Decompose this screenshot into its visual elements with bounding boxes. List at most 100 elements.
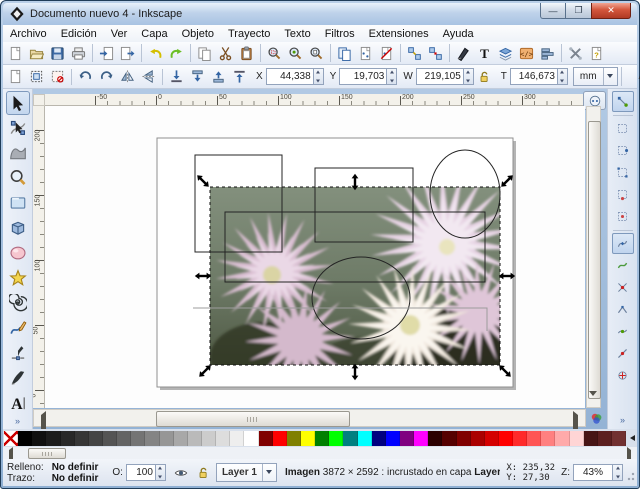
calligraphy-tool[interactable] <box>6 366 30 390</box>
zoom-drawing-button[interactable] <box>285 43 306 63</box>
cut-button[interactable] <box>215 43 236 63</box>
restore-button[interactable]: ❐ <box>566 3 591 19</box>
color-swatch[interactable] <box>102 430 118 446</box>
raise-to-top-button[interactable] <box>229 67 250 87</box>
layers-dialog-button[interactable] <box>495 43 516 63</box>
horizontal-scroll-thumb[interactable] <box>156 411 350 427</box>
color-swatch[interactable] <box>329 430 344 446</box>
snap-path-intersections-button[interactable] <box>612 277 634 298</box>
zoom-page-button[interactable] <box>306 43 327 63</box>
menu-capa[interactable]: Capa <box>134 27 174 41</box>
height-input[interactable]: 146,673 <box>509 68 558 85</box>
color-swatch[interactable] <box>244 430 259 446</box>
y-coordinate-spinner[interactable] <box>387 68 398 85</box>
horizontal-scrollbar[interactable] <box>33 409 586 436</box>
snap-bbox-button[interactable] <box>612 118 634 139</box>
paste-button[interactable] <box>236 43 257 63</box>
toolbox-overflow-chevron[interactable]: » <box>15 416 20 426</box>
text-tool[interactable]: A <box>6 391 30 415</box>
color-swatch[interactable] <box>272 430 287 446</box>
node-editor-tool[interactable] <box>6 116 30 140</box>
color-swatch[interactable] <box>385 430 400 446</box>
new-document-button[interactable] <box>5 43 26 63</box>
color-swatch[interactable] <box>371 430 386 446</box>
unit-dropdown-arrow[interactable] <box>602 68 617 85</box>
zoom-tool[interactable] <box>6 166 30 190</box>
deselect-button[interactable] <box>47 67 68 87</box>
close-button[interactable]: ✕ <box>591 3 631 19</box>
color-swatch[interactable] <box>541 430 556 446</box>
color-swatch[interactable] <box>569 430 584 446</box>
color-swatch[interactable] <box>18 430 33 446</box>
color-swatch[interactable] <box>32 430 47 446</box>
scroll-up-arrow[interactable] <box>589 105 598 131</box>
bezier-pen-tool[interactable] <box>6 341 30 365</box>
palette-scroll-thumb[interactable] <box>28 448 66 459</box>
canvas[interactable] <box>45 106 585 408</box>
color-swatch[interactable] <box>173 430 188 446</box>
swatch-none[interactable] <box>4 430 19 446</box>
select-all-button[interactable] <box>5 67 26 87</box>
color-swatch[interactable] <box>258 430 273 446</box>
color-swatch[interactable] <box>428 430 443 446</box>
menu-texto[interactable]: Texto <box>277 27 317 41</box>
raise-button[interactable] <box>208 67 229 87</box>
rectangle-tool[interactable] <box>6 191 30 215</box>
w-coordinate-spinner[interactable] <box>463 68 474 85</box>
color-swatch[interactable] <box>498 430 514 446</box>
snap-bbox-edge-midpoints-button[interactable] <box>612 184 634 205</box>
color-swatch[interactable] <box>583 430 598 446</box>
lock-ratio-toggle[interactable] <box>474 67 495 87</box>
x-coordinate-input[interactable]: 44,338 <box>265 68 314 85</box>
rotate-cw-button[interactable] <box>96 67 117 87</box>
spiral-tool[interactable] <box>6 291 30 315</box>
color-swatch[interactable] <box>456 430 471 446</box>
color-swatch[interactable] <box>74 430 89 446</box>
layer-dropdown-arrow[interactable] <box>261 464 276 481</box>
zoom-input[interactable]: 43% <box>573 464 613 481</box>
zoom-selection-button[interactable] <box>264 43 285 63</box>
snap-midpoints-button[interactable] <box>612 343 634 364</box>
vertical-scrollbar[interactable] <box>586 105 601 417</box>
print-button[interactable] <box>68 43 89 63</box>
redo-button[interactable] <box>166 43 187 63</box>
color-swatch[interactable] <box>343 430 358 446</box>
color-swatch[interactable] <box>442 430 457 446</box>
height-spinner[interactable] <box>557 68 568 85</box>
save-button[interactable] <box>47 43 68 63</box>
fill-stroke-dialog-button[interactable] <box>453 43 474 63</box>
export-button[interactable] <box>117 43 138 63</box>
color-swatch[interactable] <box>597 430 613 446</box>
xml-editor-button[interactable]: </> <box>516 43 537 63</box>
color-swatch[interactable] <box>414 430 429 446</box>
align-dialog-button[interactable] <box>537 43 558 63</box>
pencil-tool[interactable] <box>6 316 30 340</box>
selector-tool[interactable] <box>5 91 30 115</box>
w-coordinate-input[interactable]: 219,105 <box>415 68 464 85</box>
snap-paths-button[interactable] <box>612 255 634 276</box>
lower-to-bottom-button[interactable] <box>166 67 187 87</box>
rotate-ccw-button[interactable] <box>75 67 96 87</box>
select-all-layers-button[interactable] <box>26 67 47 87</box>
menu-filtros[interactable]: Filtros <box>318 27 362 41</box>
color-swatch[interactable] <box>470 430 485 446</box>
snap-cusp-nodes-button[interactable] <box>612 299 634 320</box>
drawing-area[interactable] <box>45 106 585 408</box>
vertical-ruler[interactable]: 200 150 100 50 0 <box>33 106 45 408</box>
copy-button[interactable] <box>194 43 215 63</box>
color-swatch[interactable] <box>131 430 146 446</box>
import-button[interactable] <box>96 43 117 63</box>
snap-nodes-button[interactable] <box>611 233 634 254</box>
layer-dropdown[interactable]: Layer 1 <box>215 463 277 482</box>
horizontal-ruler[interactable]: -50050100150200250300350 <box>45 94 585 106</box>
color-swatch[interactable] <box>527 430 542 446</box>
palette-scrollbar[interactable] <box>3 447 637 470</box>
palette-arrow[interactable] <box>626 431 636 446</box>
menu-edicion[interactable]: Edición <box>54 27 104 41</box>
color-swatch[interactable] <box>555 430 570 446</box>
menu-ayuda[interactable]: Ayuda <box>436 27 481 41</box>
color-swatch[interactable] <box>88 430 103 446</box>
color-swatch[interactable] <box>117 430 132 446</box>
menu-extensiones[interactable]: Extensiones <box>362 27 436 41</box>
color-swatch[interactable] <box>513 430 528 446</box>
